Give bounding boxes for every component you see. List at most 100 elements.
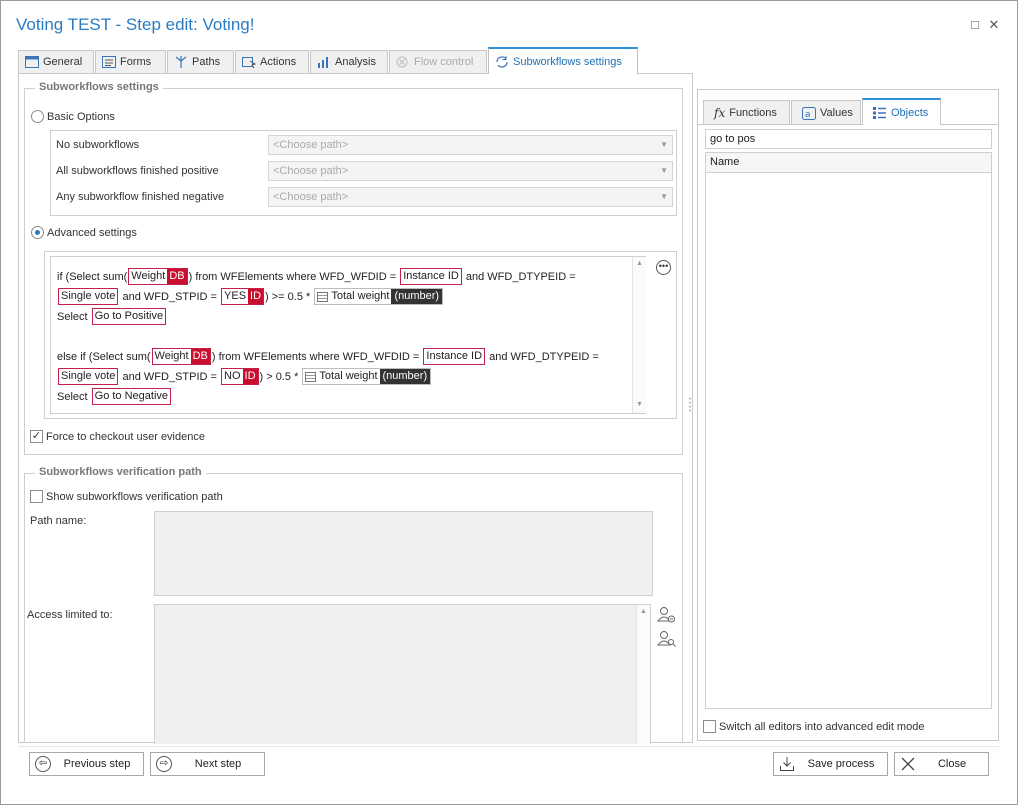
select-placeholder: <Choose path> (273, 139, 349, 151)
maximize-icon[interactable]: □ (968, 18, 982, 32)
window-title: Voting TEST - Step edit: Voting! (16, 15, 255, 34)
objects-search-input[interactable] (705, 129, 992, 149)
select-placeholder: <Choose path> (273, 191, 349, 203)
flow-control-icon (396, 56, 408, 68)
total-weight-token[interactable]: Total weight (number) (314, 288, 444, 305)
instance-id-token[interactable]: Instance ID (423, 348, 486, 365)
code-line: else if (Select sum( Weight DB ) from WFE… (57, 348, 599, 365)
chevron-down-icon: ▼ (660, 192, 668, 201)
basic-options-label: Basic Options (47, 111, 115, 123)
save-process-button[interactable]: Save process (773, 752, 888, 776)
tab-general-label: General (43, 56, 83, 68)
objects-list[interactable]: Name (705, 152, 992, 709)
tab-functions[interactable]: fx Functions (703, 100, 790, 125)
access-scrollbar[interactable]: ▲ (636, 605, 650, 744)
general-icon (25, 56, 39, 68)
instance-id-token[interactable]: Instance ID (400, 268, 462, 285)
advanced-settings-radio[interactable] (31, 226, 44, 239)
scroll-up-icon[interactable]: ▲ (637, 608, 650, 615)
switch-advanced-mode-label: Switch all editors into advanced edit mo… (719, 721, 925, 733)
tab-forms[interactable]: Forms (95, 50, 166, 73)
show-verification-checkbox[interactable] (30, 490, 43, 503)
switch-advanced-mode-checkbox[interactable] (703, 720, 716, 733)
weight-token[interactable]: Weight DB (151, 348, 211, 365)
tab-values-label: Values (820, 107, 853, 119)
previous-step-label: Previous step (63, 758, 131, 770)
tab-analysis[interactable]: Analysis (310, 50, 388, 73)
scroll-down-icon[interactable]: ▼ (633, 401, 646, 408)
path-name-label: Path name: (30, 515, 87, 527)
chevron-down-icon: ▼ (660, 166, 668, 175)
code-line: Single vote and WFD_STPID = YES ID ) >= 0… (57, 288, 444, 305)
more-options-icon[interactable]: ••• (656, 260, 671, 275)
tab-functions-label: Functions (729, 107, 777, 119)
close-button[interactable]: Close (894, 752, 989, 776)
tab-objects-label: Objects (891, 106, 929, 119)
splitter-handle[interactable]: • • • • (689, 397, 692, 415)
any-negative-label: Any subworkflow finished negative (56, 191, 225, 203)
select-placeholder: <Choose path> (273, 165, 349, 177)
weight-token[interactable]: Weight DB (128, 268, 188, 285)
actions-icon (242, 57, 256, 68)
basic-options-radio[interactable] (31, 110, 44, 123)
scroll-up-icon[interactable]: ▲ (633, 260, 646, 267)
path-name-field[interactable] (154, 511, 653, 596)
code-text: ) from WFElements where WFD_WFDID = (211, 350, 420, 363)
editor-scrollbar[interactable]: ▲ ▼ (632, 257, 646, 413)
search-user-icon[interactable] (657, 630, 677, 648)
code-text: and WFD_STPID = (122, 290, 217, 303)
no-subworkflows-select: <Choose path> ▼ (268, 135, 673, 155)
go-to-positive-token[interactable]: Go to Positive (91, 308, 167, 325)
group-title: Subworkflows settings (35, 81, 163, 93)
tab-flow-control: Flow control (389, 50, 487, 73)
table-icon (305, 371, 317, 382)
tab-subworkflows-label: Subworkflows settings (513, 55, 622, 68)
tab-actions[interactable]: Actions (235, 50, 309, 73)
db-tag: DB (167, 269, 187, 284)
token-text: Weight (154, 350, 189, 362)
show-verification-label: Show subworkflows verification path (46, 491, 223, 503)
arrow-right-icon: ⇨ (156, 756, 172, 772)
yes-token[interactable]: YES ID (221, 288, 265, 305)
tab-subworkflows-settings[interactable]: Subworkflows settings (488, 47, 638, 74)
no-subworkflows-label: No subworkflows (56, 139, 140, 151)
go-to-negative-token[interactable]: Go to Negative (91, 388, 172, 405)
all-positive-select: <Choose path> ▼ (268, 161, 673, 181)
tab-paths[interactable]: Paths (167, 50, 234, 73)
token-text: Weight (131, 270, 166, 282)
total-weight-token[interactable]: Total weight (number) (302, 368, 432, 385)
fx-icon: fx (714, 106, 726, 120)
no-token[interactable]: NO ID (221, 368, 259, 385)
token-text: Total weight (331, 290, 390, 302)
tab-analysis-label: Analysis (335, 56, 376, 68)
token-text: Total weight (319, 370, 378, 382)
previous-step-button[interactable]: ⇦ Previous step (29, 752, 144, 776)
code-text: and WFD_DTYPEID = (489, 350, 599, 363)
save-icon (780, 757, 794, 771)
single-vote-token[interactable]: Single vote (58, 288, 119, 305)
all-positive-label: All subworkflows finished positive (56, 165, 219, 177)
token-text: NO (224, 370, 241, 382)
subworkflows-icon (496, 55, 508, 68)
number-tag: (number) (391, 289, 443, 304)
close-x-icon (901, 757, 915, 771)
token-text: YES (224, 290, 247, 302)
expression-editor[interactable]: if (Select sum( Weight DB ) from WFElemen… (50, 256, 646, 414)
forms-icon (102, 56, 116, 68)
force-checkout-label: Force to checkout user evidence (46, 431, 205, 443)
single-vote-token[interactable]: Single vote (58, 368, 119, 385)
code-text: else if (Select sum( (57, 350, 151, 363)
tab-objects[interactable]: Objects (862, 98, 941, 125)
code-text: if (Select sum( (57, 270, 128, 283)
name-column-header[interactable]: Name (706, 153, 991, 173)
add-user-icon[interactable] (657, 606, 677, 624)
code-text: ) > 0.5 * (259, 370, 299, 383)
group-title: Subworkflows verification path (35, 466, 206, 478)
table-icon (317, 291, 329, 302)
access-limited-field[interactable]: ▲ (154, 604, 651, 744)
next-step-button[interactable]: ⇨ Next step (150, 752, 265, 776)
tab-general[interactable]: General (18, 50, 94, 73)
tab-values[interactable]: a Values (791, 100, 861, 125)
close-icon[interactable]: ✕ (987, 18, 1001, 32)
force-checkout-checkbox[interactable]: ✓ (30, 430, 43, 443)
